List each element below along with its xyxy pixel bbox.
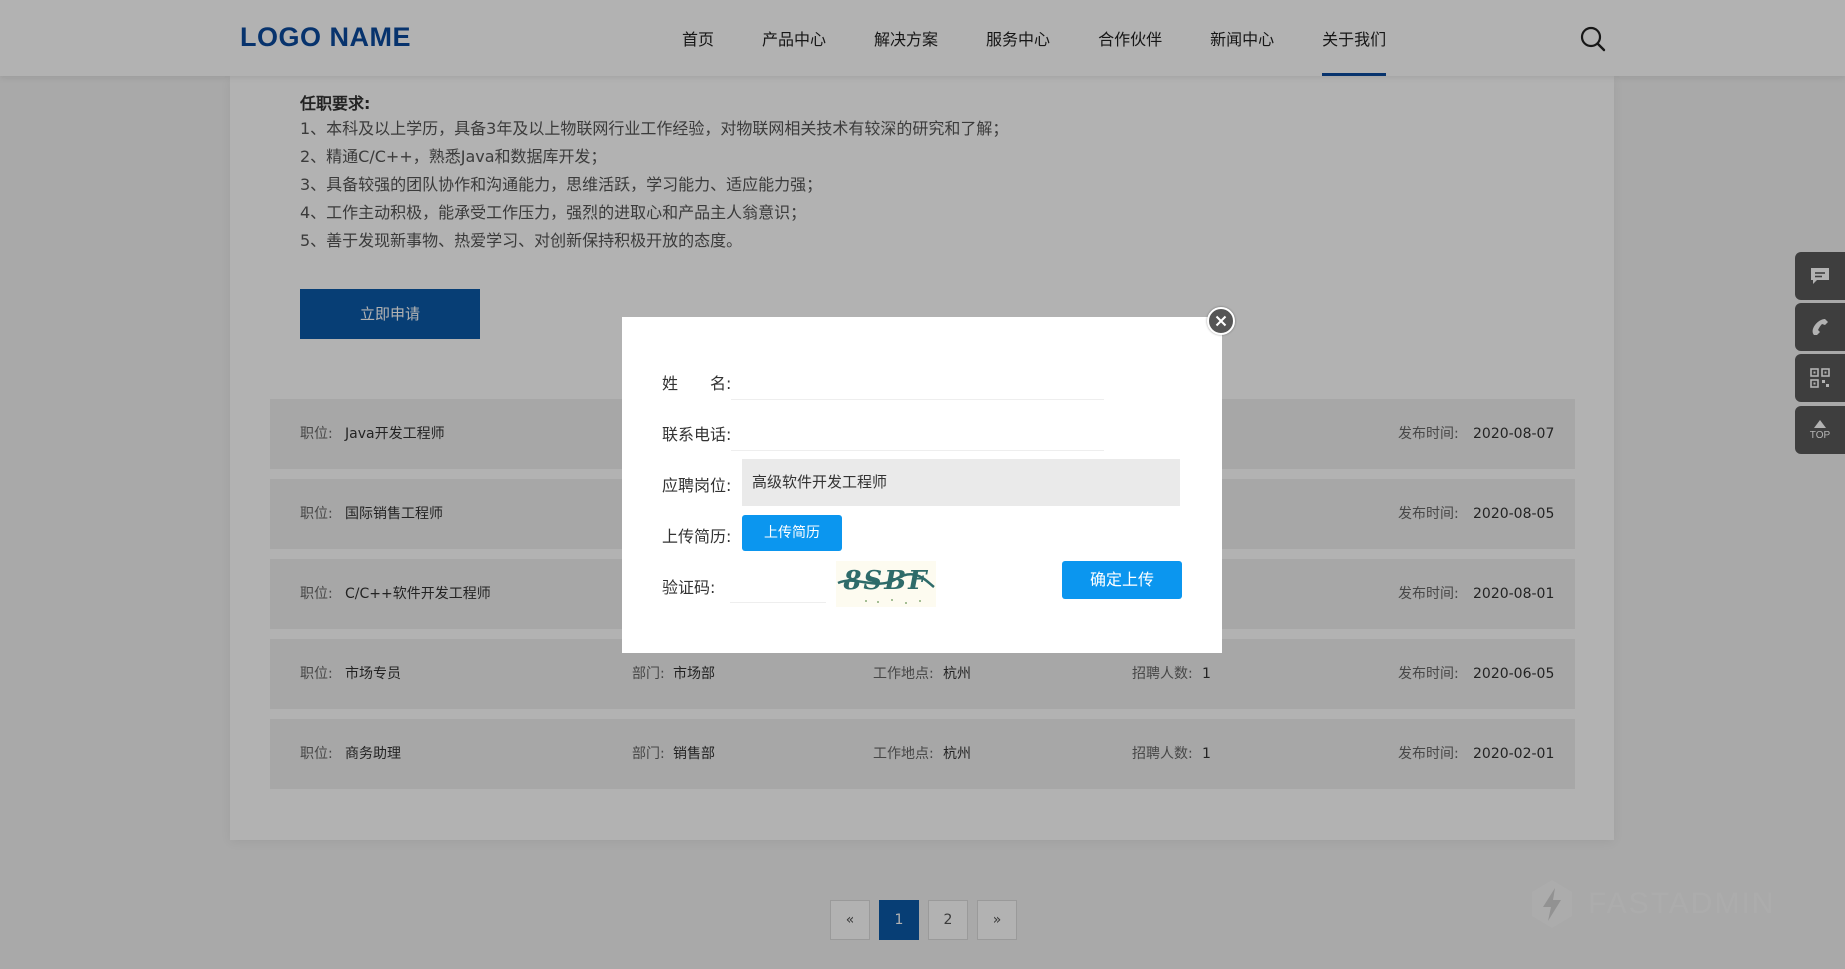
captcha-label: 验证码: <box>662 578 716 597</box>
name-input[interactable] <box>731 362 1104 400</box>
name-label: 姓 名: <box>662 374 732 393</box>
resume-label: 上传简历: <box>662 527 732 546</box>
captcha-input[interactable] <box>730 565 826 603</box>
captcha-image[interactable]: 8SBF <box>836 561 936 607</box>
position-field: 高级软件开发工程师 <box>742 459 1180 506</box>
confirm-upload-button[interactable]: 确定上传 <box>1062 561 1182 599</box>
upload-resume-button[interactable]: 上传简历 <box>742 515 842 551</box>
close-icon <box>1215 315 1227 327</box>
apply-modal: 姓 名: 联系电话: 应聘岗位: 高级软件开发工程师 上传简历: 上传简历 验证… <box>622 317 1222 653</box>
captcha-text: 8SBF <box>842 566 928 596</box>
phone-input[interactable] <box>731 413 1104 451</box>
close-modal-button[interactable] <box>1207 307 1235 335</box>
position-label: 应聘岗位: <box>662 476 732 495</box>
phone-label: 联系电话: <box>662 425 732 444</box>
